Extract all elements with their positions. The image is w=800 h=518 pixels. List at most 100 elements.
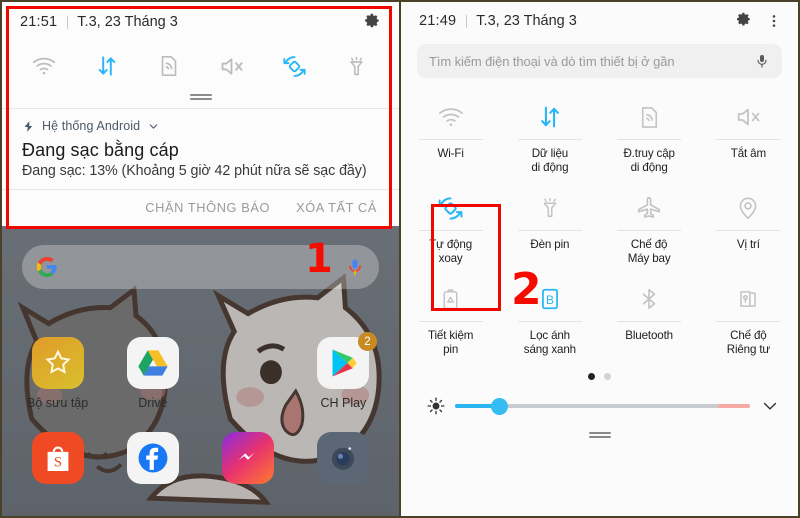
right-phone-panel: 21:49 T.3, 23 Tháng 3 Tìm kiếm điện thoạ… <box>400 0 800 518</box>
app-slot-empty <box>201 337 296 410</box>
brightness-slider[interactable] <box>455 397 750 415</box>
panel-drag-handle[interactable] <box>401 432 798 438</box>
brightness-icon <box>427 397 445 415</box>
tile-mute[interactable]: Tắt âm <box>699 88 798 179</box>
chevron-down-icon[interactable] <box>147 120 160 133</box>
tile-label: Wi-Fi <box>437 147 464 160</box>
tile-mobile-data[interactable]: Dữ liệu di động <box>500 88 599 179</box>
home-app-grid: Bộ sưu tập Drive 2 CH Play S <box>2 332 399 484</box>
google-g-icon <box>36 256 58 278</box>
status-bar: 21:51 T.3, 23 Tháng 3 <box>2 2 399 42</box>
wifi-icon[interactable] <box>24 48 64 84</box>
tile-label: Bluetooth <box>625 329 673 342</box>
annotation-step-1: 1 <box>305 236 333 282</box>
app-label: Drive <box>138 396 168 410</box>
page-dot-active[interactable] <box>588 373 595 380</box>
notification-app-name: Hệ thống Android <box>42 119 141 133</box>
messenger-icon <box>222 432 275 484</box>
status-bar-separator <box>67 15 69 29</box>
mobile-data-icon <box>536 98 564 136</box>
app-label: CH Play <box>320 396 367 410</box>
wifi-icon <box>437 98 465 136</box>
quick-toggles-row <box>2 42 399 88</box>
tile-label: Vị trí <box>736 238 760 251</box>
status-bar-separator <box>466 14 468 28</box>
notification-charging[interactable]: Hệ thống Android Đang sạc bằng cáp Đang … <box>2 109 399 189</box>
google-drive-icon <box>126 337 179 389</box>
svg-text:S: S <box>54 455 62 471</box>
tile-airplane-mode[interactable]: Chế độ Máy bay <box>600 179 699 270</box>
airplane-icon <box>635 189 663 227</box>
notification-title: Đang sạc bằng cáp <box>22 140 179 160</box>
mute-icon <box>734 98 762 136</box>
shade-drag-handle[interactable] <box>2 88 399 108</box>
app-label: Bộ sưu tập <box>27 396 89 410</box>
microphone-icon[interactable] <box>754 53 770 69</box>
brightness-knob[interactable] <box>491 397 509 415</box>
tile-auto-rotate[interactable]: Tự động xoay <box>401 179 500 270</box>
tile-label: Tiết kiệm pin <box>428 329 474 356</box>
annotation-step-2: 2 <box>511 264 542 315</box>
flashlight-icon[interactable] <box>337 48 377 84</box>
status-bar-date: T.3, 23 Tháng 3 <box>476 13 577 29</box>
notification-body: Đang sạc: 13% (Khoảng 5 giờ 42 phút nữa … <box>22 163 367 179</box>
tile-label: Chế độ Máy bay <box>627 238 671 265</box>
tile-wifi[interactable]: Wi-Fi <box>401 88 500 179</box>
brightness-warm-zone <box>717 404 750 408</box>
app-icon-play-store[interactable]: 2 CH Play <box>296 332 391 410</box>
status-bar-time: 21:49 <box>419 13 457 29</box>
microphone-icon[interactable] <box>345 257 365 277</box>
search-placeholder: Tìm kiếm điện thoại và dò tìm thiết bị ở… <box>429 53 675 69</box>
screenshot-canvas: Bộ sưu tập Drive 2 CH Play S 1 21:51 T.3… <box>0 0 800 518</box>
tile-flashlight[interactable]: Đèn pin <box>500 179 599 270</box>
clear-all-button[interactable]: XÓA TẤT CẢ <box>296 200 377 215</box>
facebook-icon <box>126 432 179 484</box>
app-icon-messenger[interactable] <box>201 432 296 484</box>
tile-label: Đ.truy cập di động <box>623 147 675 174</box>
bluetooth-icon <box>636 280 662 318</box>
tile-label: Đèn pin <box>530 238 570 251</box>
tile-bluetooth[interactable]: Bluetooth <box>600 270 699 361</box>
app-badge-count: 2 <box>358 332 377 351</box>
app-icon-gallery[interactable]: Bộ sưu tập <box>10 337 105 410</box>
tile-label: Dữ liệu di động <box>531 147 569 174</box>
lightning-bolt-icon <box>22 120 35 133</box>
app-icon-drive[interactable]: Drive <box>105 337 200 410</box>
notification-shade: 21:51 T.3, 23 Tháng 3 Hệ thống Android Đ… <box>2 2 399 226</box>
status-bar-time: 21:51 <box>20 14 58 30</box>
auto-rotate-icon[interactable] <box>274 48 314 84</box>
chevron-down-icon[interactable] <box>760 396 780 416</box>
app-icon-camera[interactable] <box>296 432 391 484</box>
gallery-icon <box>31 337 84 389</box>
battery-saver-icon <box>438 280 463 318</box>
tile-battery-saver[interactable]: Tiết kiệm pin <box>401 270 500 361</box>
tile-label: Tự động xoay <box>429 238 473 265</box>
search-bar-container: Tìm kiếm điện thoại và dò tìm thiết bị ở… <box>401 40 798 88</box>
mobile-data-icon[interactable] <box>87 48 127 84</box>
tile-hotspot[interactable]: Đ.truy cập di động <box>600 88 699 179</box>
gear-icon[interactable] <box>362 13 381 32</box>
location-pin-icon <box>735 189 761 227</box>
mute-icon[interactable] <box>212 48 252 84</box>
overflow-menu-icon[interactable] <box>766 13 782 29</box>
page-dot[interactable] <box>604 373 611 380</box>
app-icon-facebook[interactable] <box>105 432 200 484</box>
tile-label: Chế độ Riêng tư <box>726 329 771 356</box>
hotspot-icon[interactable] <box>149 48 189 84</box>
shopee-icon: S <box>31 432 84 484</box>
tile-label: Tắt âm <box>730 147 766 160</box>
tile-location[interactable]: Vị trí <box>699 179 798 270</box>
tile-label: Lọc ánh sáng xanh <box>523 329 576 356</box>
notification-header: Hệ thống Android <box>22 119 379 133</box>
auto-rotate-icon <box>436 189 465 227</box>
left-phone-panel: Bộ sưu tập Drive 2 CH Play S 1 21:51 T.3… <box>0 0 400 518</box>
hotspot-icon <box>636 98 663 136</box>
notification-actions: CHẶN THÔNG BÁO XÓA TẤT CẢ <box>2 190 399 226</box>
status-bar-date: T.3, 23 Tháng 3 <box>77 14 178 30</box>
search-input[interactable]: Tìm kiếm điện thoại và dò tìm thiết bị ở… <box>417 44 782 78</box>
tile-private-mode[interactable]: Chế độ Riêng tư <box>699 270 798 361</box>
app-icon-shopee[interactable]: S <box>10 432 105 484</box>
block-notifications-button[interactable]: CHẶN THÔNG BÁO <box>145 200 270 215</box>
quick-settings-grid: Wi-Fi Dữ liệu di động Đ.truy cập di động… <box>401 88 798 361</box>
gear-icon[interactable] <box>734 12 752 30</box>
